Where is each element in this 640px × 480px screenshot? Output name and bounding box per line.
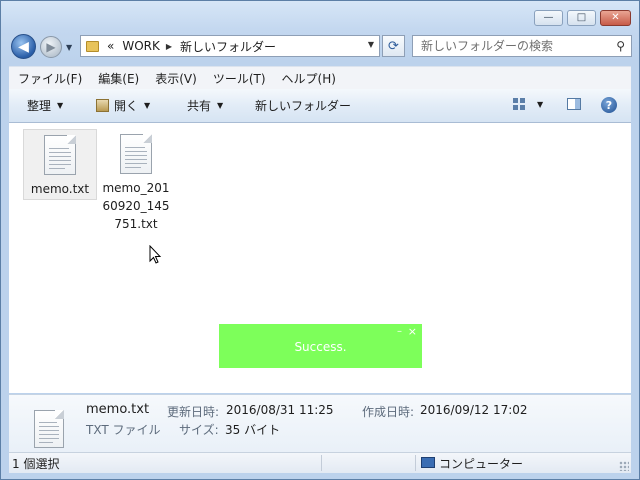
organize-button[interactable]: 整理 ▼ [27, 97, 63, 114]
file-item-memo[interactable]: memo.txt [23, 129, 97, 200]
command-bar: 整理 ▼ 開く ▼ 共有 ▼ 新しいフォルダー ▼ ? [9, 89, 631, 123]
created-label: 作成日時: [362, 405, 415, 419]
back-arrow-icon: ◀ [18, 38, 29, 55]
view-options-icon[interactable] [513, 98, 525, 110]
text-file-icon [44, 135, 76, 175]
file-name: memo.txt [30, 182, 90, 196]
menu-help[interactable]: ヘルプ(H) [273, 70, 343, 87]
size-value: 35 バイト [225, 423, 281, 437]
search-input[interactable] [421, 37, 611, 55]
breadcrumb-current[interactable]: 新しいフォルダー [180, 38, 276, 55]
breadcrumb-overflow[interactable]: « [107, 39, 114, 53]
forward-arrow-icon: ▶ [46, 40, 56, 54]
details-file-name: memo.txt [86, 402, 150, 417]
minimize-icon: — [543, 12, 554, 23]
toast-close-icon[interactable]: × [408, 325, 417, 338]
mouse-cursor-icon [149, 245, 162, 264]
toast-message: Success. [294, 340, 347, 354]
breadcrumb-chevron-icon[interactable]: ▶ [166, 42, 172, 51]
selection-count: 1 個選択 [12, 457, 60, 471]
chevron-down-icon: ▼ [217, 101, 224, 110]
view-dropdown-icon[interactable]: ▼ [537, 100, 543, 109]
address-bar[interactable]: « WORK ▶ 新しいフォルダー ▼ [80, 35, 380, 57]
help-icon[interactable]: ? [601, 97, 617, 113]
preview-pane-icon[interactable] [567, 98, 581, 110]
file-item-memo-20160920[interactable]: memo_20160920_145751.txt [99, 129, 173, 236]
success-toast: – × Success. [219, 324, 422, 368]
maximize-icon: □ [576, 12, 587, 23]
folder-icon [86, 40, 99, 52]
refresh-icon: ⟳ [388, 38, 399, 54]
menu-file[interactable]: ファイル(F) [9, 70, 89, 87]
details-pane: memo.txt 更新日時: 2016/08/31 11:25 作成日時: 20… [9, 394, 631, 452]
created-value: 2016/09/12 17:02 [420, 403, 528, 417]
history-dropdown-icon[interactable]: ▼ [66, 43, 72, 52]
status-bar: 1 個選択 コンピューター [9, 452, 631, 473]
share-button[interactable]: 共有 ▼ [187, 97, 223, 114]
maximize-button[interactable]: □ [567, 10, 596, 26]
menu-view[interactable]: 表示(V) [146, 70, 204, 87]
text-file-icon [120, 134, 152, 174]
back-button[interactable]: ◀ [11, 34, 36, 59]
breadcrumb-work[interactable]: WORK [122, 39, 160, 53]
chevron-down-icon: ▼ [144, 101, 151, 110]
open-with-icon [96, 99, 109, 112]
computer-icon [421, 457, 435, 468]
address-dropdown-icon[interactable]: ▼ [368, 40, 374, 49]
forward-button[interactable]: ▶ [40, 36, 62, 58]
toast-minimize-icon[interactable]: – [397, 326, 402, 337]
search-box[interactable]: ⚲ [412, 35, 632, 57]
close-button[interactable]: ✕ [600, 10, 631, 26]
menu-bar: ファイル(F) 編集(E) 表示(V) ツール(T) ヘルプ(H) [9, 66, 631, 90]
file-type: TXT ファイル [86, 423, 161, 437]
modified-label: 更新日時: [167, 405, 220, 419]
resize-grip[interactable] [619, 461, 629, 471]
menu-tools[interactable]: ツール(T) [204, 70, 273, 87]
explorer-window: — □ ✕ ◀ ▶ ▼ « WORK ▶ 新しいフォルダー ▼ ⟳ ⚲ ファイル… [0, 0, 640, 480]
close-icon: ✕ [611, 12, 620, 23]
refresh-button[interactable]: ⟳ [382, 35, 405, 57]
location-label: コンピューター [439, 457, 524, 471]
minimize-button[interactable]: — [534, 10, 563, 26]
new-folder-button[interactable]: 新しいフォルダー [255, 97, 351, 114]
modified-value: 2016/08/31 11:25 [226, 403, 334, 417]
file-name: memo_20160920_145751.txt [102, 181, 170, 231]
text-file-icon [34, 410, 64, 448]
search-icon[interactable]: ⚲ [616, 39, 625, 53]
open-button[interactable]: 開く ▼ [96, 97, 150, 114]
chevron-down-icon: ▼ [57, 101, 64, 110]
menu-edit[interactable]: 編集(E) [89, 70, 146, 87]
size-label: サイズ: [179, 423, 219, 437]
